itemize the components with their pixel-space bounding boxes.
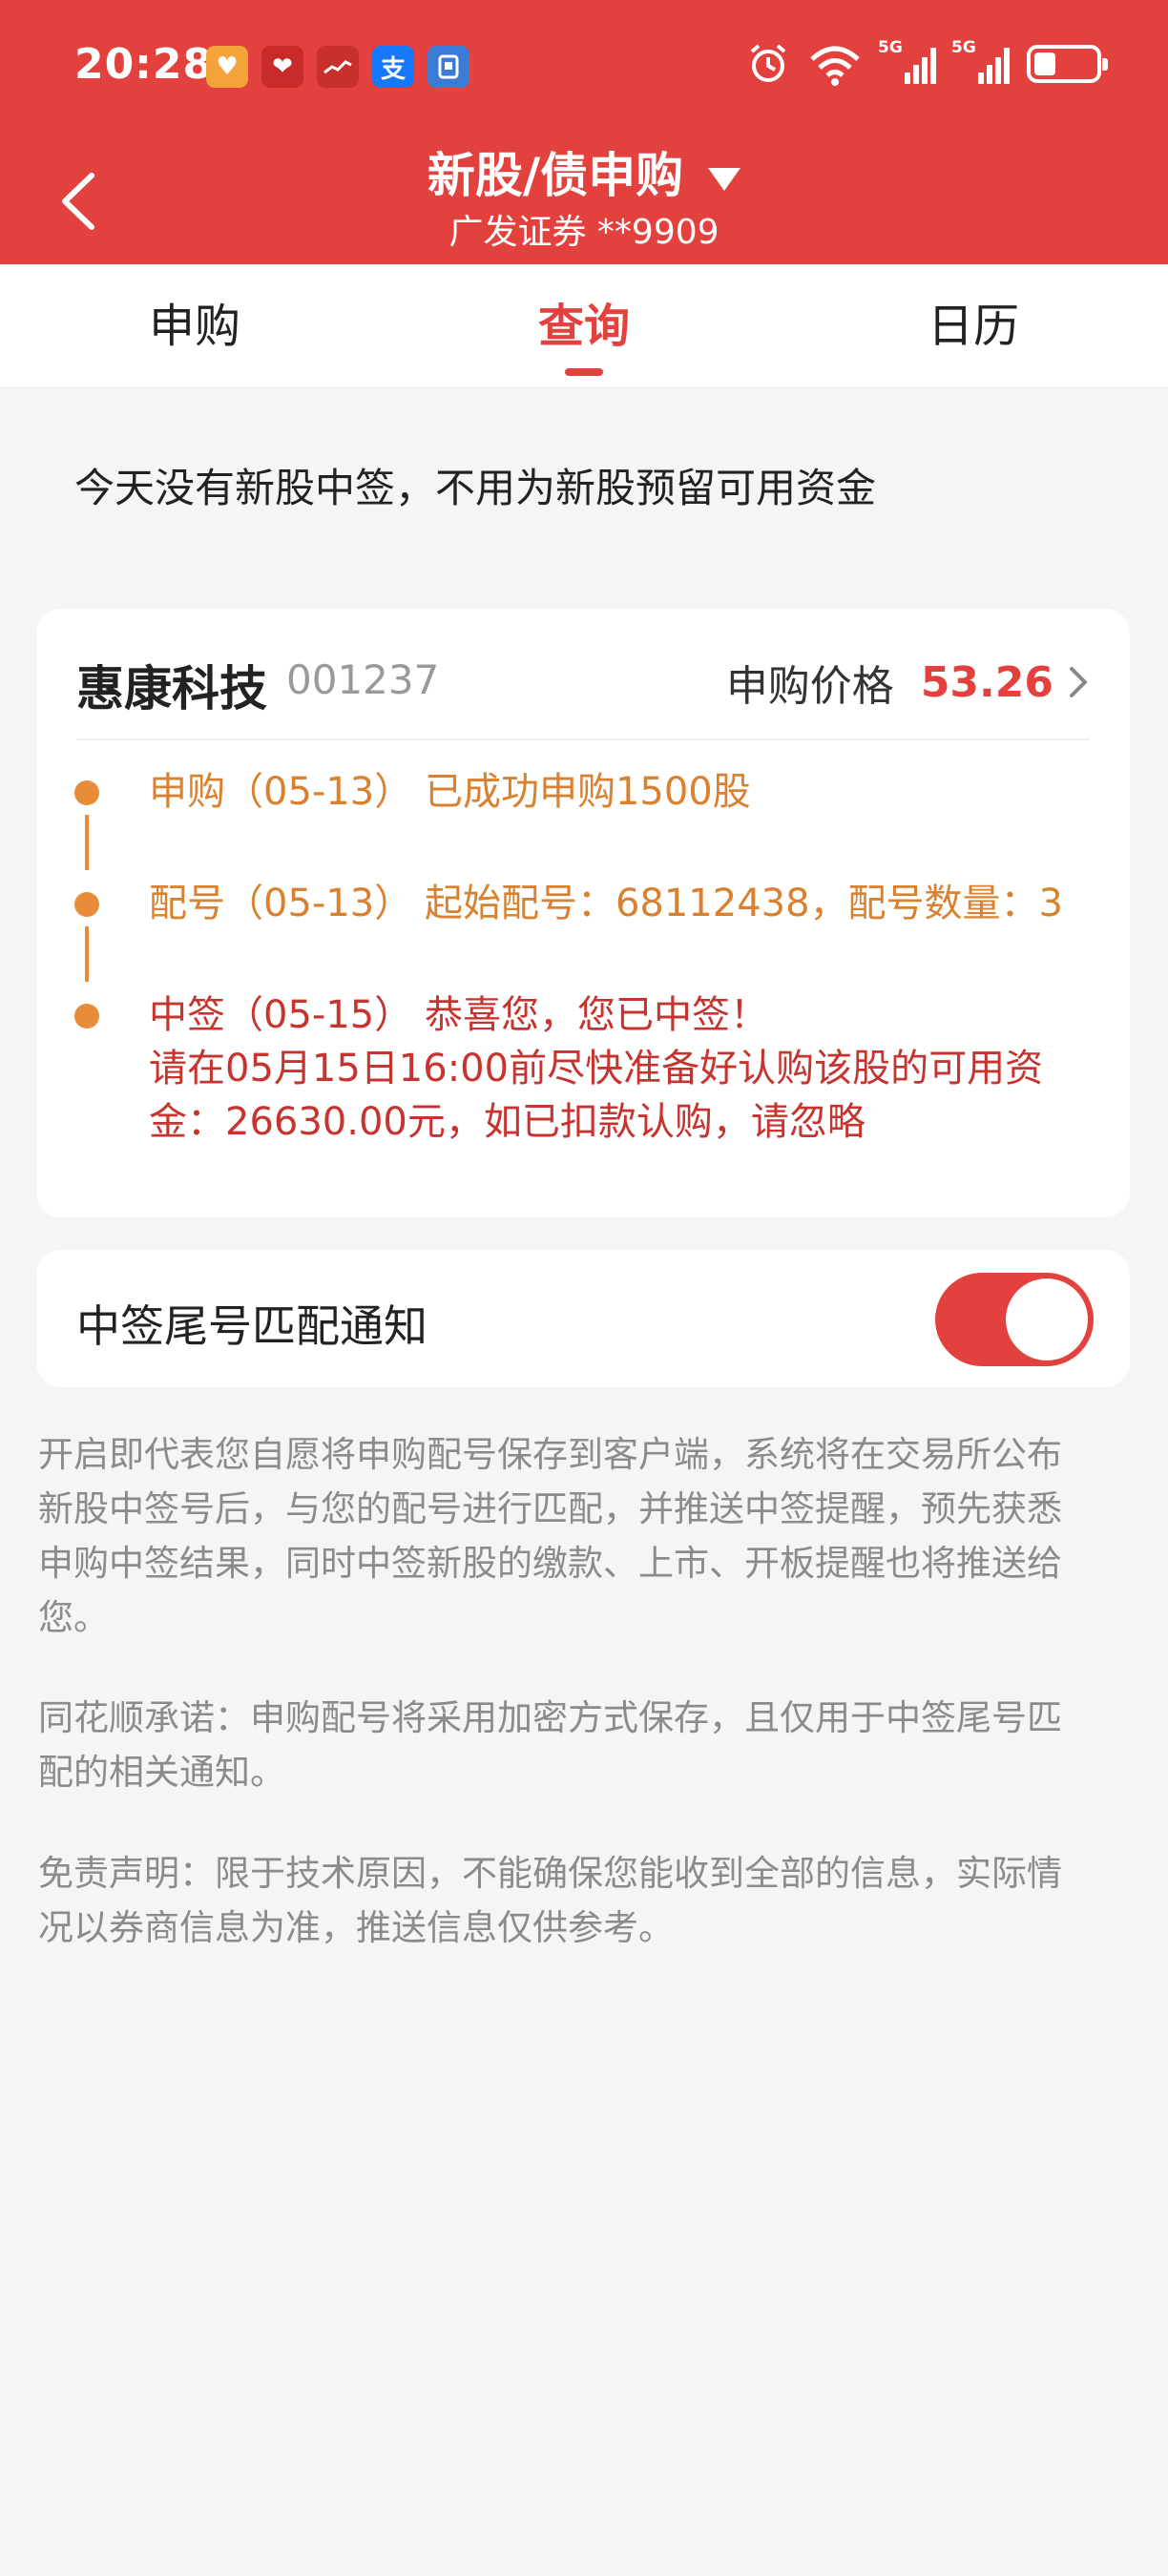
disclaimer-paragraph: 开启即代表您自愿将申购配号保存到客户端，系统将在交易所公布 新股中签号后，与您的…	[38, 1427, 1130, 1645]
tab-calendar[interactable]: 日历	[779, 264, 1168, 387]
timeline-dot	[74, 892, 99, 917]
timeline-text: 中签（05-15） 恭喜您，您已中签！	[149, 993, 768, 1037]
health-app-icon: ❤	[261, 46, 303, 88]
battery-icon	[1027, 45, 1108, 83]
stock-code: 001237	[286, 656, 440, 703]
disclaimer-line: 配的相关通知。	[38, 1752, 285, 1793]
promise-paragraph: 同花顺承诺：申购配号将采用加密方式保存，且仅用于中签尾号匹 配的相关通知。	[38, 1691, 1130, 1799]
wifi-icon	[810, 46, 860, 86]
notify-toggle[interactable]	[935, 1273, 1094, 1366]
price-value: 53.26	[920, 657, 1053, 707]
tab-subscribe[interactable]: 申购	[0, 264, 389, 387]
timeline-text: 金：26630.00元，如已扣款认购，请忽略	[149, 1100, 866, 1144]
tab-query[interactable]: 查询	[389, 264, 779, 387]
disclaimer-line: 新股中签号后，与您的配号进行匹配，并推送中签提醒，预先获悉	[38, 1488, 1062, 1529]
toggle-knob	[1006, 1278, 1088, 1361]
status-bar: 20:28 ♥ ❤ 支 5G 5G	[0, 0, 1168, 134]
broker-account: 广发证券 **9909	[448, 213, 720, 252]
stock-name: 惠康科技	[76, 661, 267, 717]
stock-app-icon	[317, 46, 359, 88]
caret-down-icon	[708, 167, 741, 191]
disclaimer-line: 您。	[38, 1597, 109, 1638]
timeline-connector	[85, 815, 89, 870]
signal-icon-1: 5G	[878, 38, 936, 84]
account-switcher[interactable]: 新股/债申购	[0, 137, 1168, 206]
disclaimer-line: 申购中签结果，同时中签新股的缴款、上市、开板提醒也将推送给	[38, 1543, 1062, 1584]
stock-card-header[interactable]: 惠康科技 001237 申购价格 53.26	[76, 637, 1090, 740]
status-app-icons: ♥ ❤ 支	[206, 46, 469, 88]
alarm-icon	[750, 44, 786, 82]
disclaimer-line: 同花顺承诺：申购配号将采用加密方式保存，且仅用于中签尾号匹	[38, 1697, 1062, 1738]
disclaimer-line: 开启即代表您自愿将申购配号保存到客户端，系统将在交易所公布	[38, 1434, 1062, 1475]
timeline-text: 申购（05-13） 已成功申购1500股	[149, 770, 751, 814]
notify-label: 中签尾号匹配通知	[76, 1300, 428, 1352]
chevron-right-icon	[1070, 667, 1087, 697]
top-bar: 20:28 ♥ ❤ 支 5G 5G 新股/债申购 广发证券 **9909	[0, 0, 1168, 264]
security-app-icon	[428, 46, 469, 88]
tab-bar: 申购 查询 日历	[0, 264, 1168, 388]
price-row[interactable]: 申购价格 53.26	[726, 649, 1090, 716]
liability-paragraph: 免责声明：限于技术原因，不能确保您能收到全部的信息，实际情 况以券商信息为准，推…	[38, 1846, 1130, 1955]
page-title: 新股/债申购	[427, 148, 684, 203]
disclaimer-line: 免责声明：限于技术原因，不能确保您能收到全部的信息，实际情	[38, 1853, 1062, 1894]
disclaimer-line: 况以券商信息为准，推送信息仅供参考。	[38, 1907, 674, 1948]
taobao-heart-icon: ♥	[206, 46, 248, 88]
notify-card: 中签尾号匹配通知	[36, 1250, 1130, 1387]
timeline-text: 配号（05-13） 起始配号：68112438，配号数量：3	[149, 882, 1063, 925]
timeline-text: 请在05月15日16:00前尽快准备好认购该股的可用资	[149, 1047, 1044, 1091]
alipay-icon: 支	[372, 46, 414, 88]
no-winning-notice: 今天没有新股中签，不用为新股预留可用资金	[74, 465, 877, 511]
app-header: 新股/债申购 广发证券 **9909	[0, 134, 1168, 264]
timeline-dot	[74, 780, 99, 805]
price-label: 申购价格	[725, 662, 894, 711]
status-time: 20:28	[74, 40, 214, 89]
signal-icon-2: 5G	[951, 38, 1010, 84]
timeline-dot	[74, 1004, 99, 1028]
timeline-connector	[85, 926, 89, 982]
status-right: 5G 5G	[746, 38, 1108, 86]
stock-card: 惠康科技 001237 申购价格 53.26 申购（05-13） 已成功申购15…	[36, 609, 1130, 1217]
